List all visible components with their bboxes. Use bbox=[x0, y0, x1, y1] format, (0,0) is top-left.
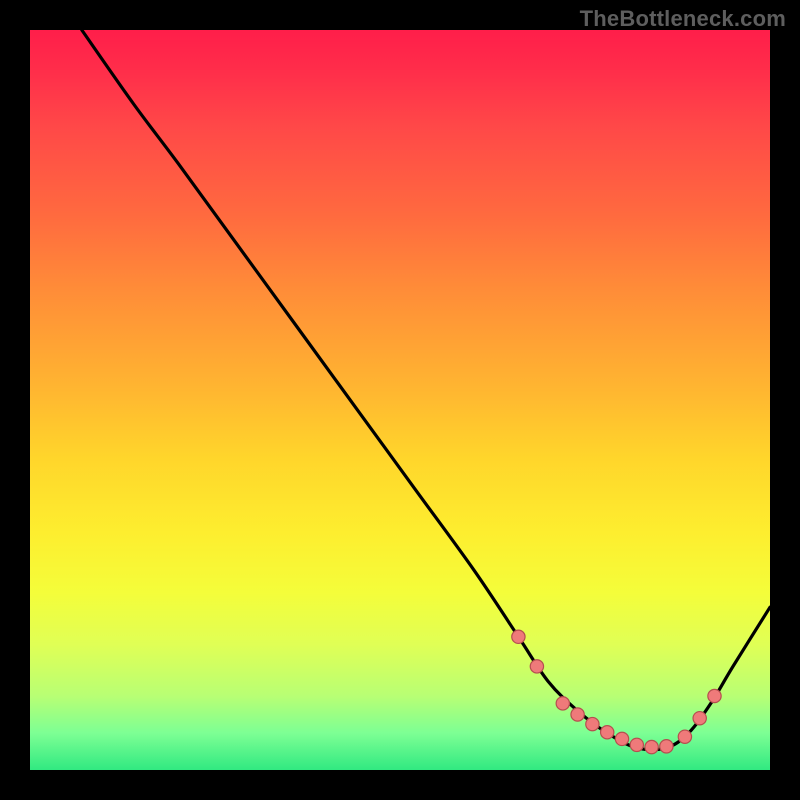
marker-dot bbox=[586, 717, 599, 730]
chart-stage: TheBottleneck.com bbox=[0, 0, 800, 800]
marker-dot bbox=[601, 726, 614, 739]
marker-dot bbox=[630, 738, 643, 751]
marker-dot bbox=[693, 712, 706, 725]
marker-dots bbox=[512, 630, 721, 754]
marker-dot bbox=[645, 740, 658, 753]
plot-area bbox=[30, 30, 770, 770]
marker-dot bbox=[660, 740, 673, 753]
marker-dot bbox=[512, 630, 525, 643]
marker-dot bbox=[678, 730, 691, 743]
watermark-text: TheBottleneck.com bbox=[580, 6, 786, 32]
chart-svg bbox=[30, 30, 770, 770]
marker-dot bbox=[708, 689, 721, 702]
bottleneck-curve bbox=[82, 30, 770, 750]
marker-dot bbox=[571, 708, 584, 721]
marker-dot bbox=[556, 697, 569, 710]
marker-dot bbox=[615, 732, 628, 745]
marker-dot bbox=[530, 660, 543, 673]
